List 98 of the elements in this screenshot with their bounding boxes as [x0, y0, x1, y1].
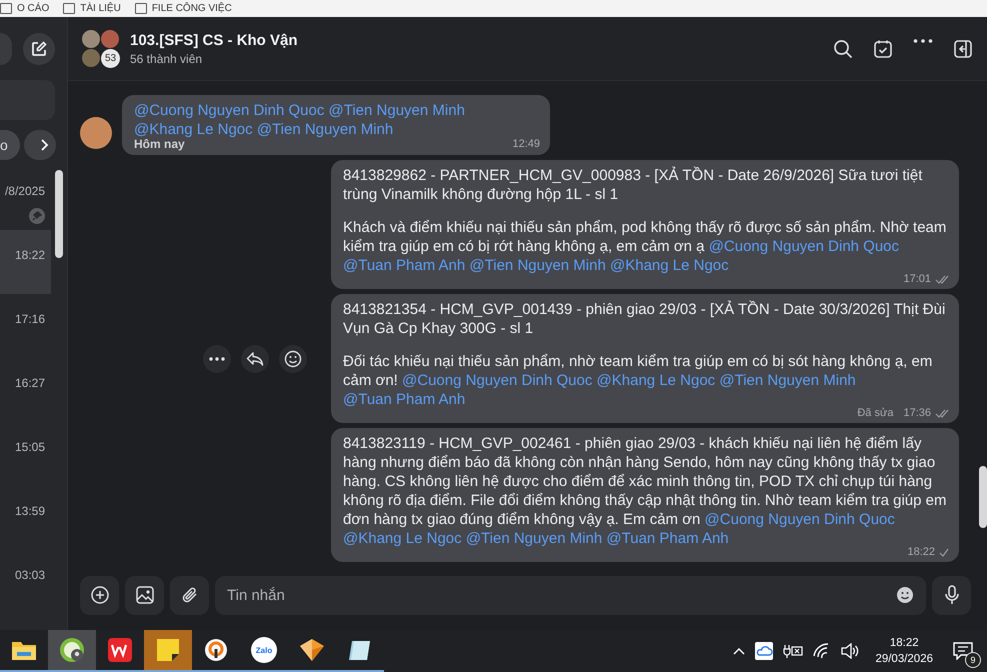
chat-list-item[interactable]: 17:16	[0, 294, 51, 358]
more-icon	[913, 38, 933, 42]
message-time: 18:22	[907, 546, 935, 558]
mention-link[interactable]: @Cuong Nguyen Dinh Quoc	[402, 372, 592, 389]
mention-link[interactable]: @Cuong Nguyen Dinh Quoc	[704, 511, 895, 528]
side-panel-button[interactable]	[953, 38, 973, 58]
message-text: 8413821354 - HCM_GVP_001439 - phiên giao 29/03 - [XẢ TỒN - Date 30/3/2026] Thịt Đùi Vụn Gà Cp Khay 300G - sl 1	[343, 300, 946, 338]
chat-list-item[interactable]: 03:03	[0, 550, 51, 614]
taskbar-app-button[interactable]	[48, 630, 96, 672]
mention-link[interactable]: @Tuan Pham Anh	[343, 257, 466, 274]
chat-list-item[interactable]: 15:05	[0, 422, 51, 486]
clock-time[interactable]: 18:22	[890, 635, 919, 651]
mention-link[interactable]: @Cuong Nguyen Dinh Quoc	[134, 102, 324, 119]
member-count-badge: 53	[101, 48, 120, 68]
edited-label: Đã sửa	[857, 407, 894, 419]
next-button[interactable]	[24, 130, 56, 160]
microphone-button[interactable]	[932, 576, 971, 614]
plus-icon	[90, 585, 110, 605]
image-icon	[134, 585, 154, 605]
more-button[interactable]	[203, 344, 231, 372]
smiley-icon	[896, 586, 914, 604]
mention-link[interactable]: @Khang Le Ngoc	[134, 121, 253, 138]
member-avatar	[82, 48, 100, 66]
chat-time: 17:16	[14, 312, 45, 326]
notebook-icon	[347, 638, 373, 662]
chat-app-icon: Zalo	[251, 637, 277, 663]
chat-list-item[interactable]: 16:27	[0, 358, 51, 422]
chat-time: /8/2025	[4, 184, 45, 198]
mention-link[interactable]: @Tuan Pham Anh	[606, 530, 729, 547]
notification-count-badge: 9	[965, 652, 981, 668]
member-avatar	[101, 30, 119, 48]
lock-ring-icon	[204, 638, 228, 662]
reply-icon	[246, 350, 264, 366]
globe-icon	[59, 637, 85, 663]
message-time: 17:01	[903, 273, 931, 285]
chevron-up-icon[interactable]	[733, 647, 746, 655]
user-avatar[interactable]	[80, 117, 112, 149]
compose-button[interactable]	[23, 32, 55, 64]
mention-link[interactable]: @Tien Nguyen Minh	[719, 372, 856, 389]
w-logo-icon	[108, 638, 132, 662]
member-count[interactable]: 56 thành viên	[130, 52, 833, 66]
chat-time: 15:05	[14, 440, 45, 454]
bookmark-link[interactable]: O CÁO	[17, 3, 50, 14]
chat-list-item[interactable]: 13:59	[0, 486, 51, 550]
speaker-icon[interactable]	[841, 643, 860, 659]
reply-button[interactable]	[241, 344, 269, 372]
cloud-icon[interactable]	[755, 642, 774, 660]
chat-time: 13:59	[14, 504, 45, 518]
chat-list-item[interactable]: /8/2025	[0, 166, 51, 230]
clock-date[interactable]: 29/03/2026	[875, 651, 933, 667]
taskbar-app-button[interactable]: Zalo	[240, 630, 288, 672]
smiley-icon	[284, 350, 302, 368]
microphone-icon	[944, 585, 960, 605]
panel-icon	[953, 38, 973, 58]
cube-icon	[299, 638, 325, 662]
mention-link[interactable]: @Tuan Pham Anh	[343, 391, 466, 408]
mention-link[interactable]: @Tien Nguyen Minh	[466, 530, 602, 547]
message-time: 17:36	[903, 407, 931, 419]
mention-link[interactable]: @Khang Le Ngoc	[610, 257, 729, 274]
message-input[interactable]: Tin nhắn	[215, 576, 926, 614]
mention-link[interactable]: @Tien Nguyen Minh	[256, 121, 394, 138]
image-button[interactable]	[125, 576, 164, 614]
message-text: Khách và điểm khiếu nại thiếu sản phẩm, pod không thấy rõ được số sản phẩm. Nhờ team kiểm tra giúp em có bị rớt hàng không ạ, em cảm ơn ạ @Cuong Nguyen Dinh Quoc @Tuan Pham Anh @Tien Nguyen Minh @Khang Le Ngoc	[343, 218, 948, 274]
chat-title: 103.[SFS] CS - Kho Vận	[130, 32, 299, 48]
mention-link[interactable]: @Khang Le Ngoc	[343, 530, 462, 547]
search-icon	[833, 38, 853, 58]
emoji-button[interactable]	[279, 344, 307, 372]
sticky-note-icon	[156, 638, 180, 662]
search-button[interactable]	[833, 38, 853, 58]
mention-link[interactable]: @Cuong Nguyen Dinh Quoc	[708, 238, 900, 255]
calendar-check-icon	[873, 38, 893, 58]
notification-icon[interactable]	[953, 642, 973, 660]
compose-icon	[30, 40, 48, 58]
mention-link[interactable]: @Khang Le Ngoc	[596, 372, 716, 389]
filter-chip[interactable]: o	[0, 130, 20, 160]
chat-time: 16:27	[14, 376, 45, 390]
mention-link[interactable]: @Tien Nguyen Minh	[469, 257, 606, 274]
chevron-right-icon	[39, 139, 49, 151]
scrollbar-thumb[interactable]	[979, 466, 987, 528]
attach-button[interactable]	[170, 576, 209, 614]
tasks-button[interactable]	[873, 38, 893, 58]
add-button[interactable]	[80, 576, 119, 614]
pin-icon	[29, 208, 45, 224]
chat-time: 03:03	[14, 568, 45, 582]
chat-list-item[interactable]: 18:22	[0, 230, 51, 294]
message-text: 8413823119 - HCM_GVP_002461 - phiên giao 29/03 - khách khiếu nại liên hệ điểm lấy hàng nhưng điểm báo đã không còn nhận hàng Sendo, hôm nay cũng không thấy tx giao hàng. CS không liên hệ được cho điểm để xác minh thông tin, POD TX chỉ chụp túi hàng không rõ địa điểm. File đổi điểm không thấy cập nhật thông tin. Nhờ team kiểm tra giúp em đơn hàng tx giao đúng điểm không vậy ạ. Em cảm ơn @Cuong Nguyen Dinh Quoc @Khang Le Ngoc @Tien Nguyen Minh @Tuan Pham Anh	[343, 434, 948, 547]
bookmark-link[interactable]: FILE CÔNG VIỆC	[152, 3, 232, 14]
message-time: 12:49	[512, 138, 540, 150]
message-text: Đối tác khiếu nại thiếu sản phẩm, nhờ team kiểm tra giúp em có bị sót hàng không ạ, em cảm ơn! @Cuong Nguyen Dinh Quoc @Khang Le Ngoc @Tien Nguyen Minh @Tuan Pham Anh	[343, 352, 934, 408]
member-avatar	[82, 30, 100, 48]
chat-time: 18:22	[14, 248, 45, 262]
message-text: 8413829862 - PARTNER_HCM_GV_000983 - [XẢ TỒN - Date 26/9/2026] Sữa tươi tiệt trùng Vinamilk không đường hộp 1L - sl 1	[343, 166, 924, 204]
mention-link[interactable]: @Tien Nguyen Minh	[328, 102, 465, 119]
scrollbar-thumb[interactable]	[55, 170, 63, 258]
power-plug-icon[interactable]	[783, 644, 804, 658]
more-icon	[209, 356, 225, 360]
date-label: Hôm nay	[134, 137, 185, 151]
bookmark-link[interactable]: TÀI LIỆU	[80, 3, 121, 14]
